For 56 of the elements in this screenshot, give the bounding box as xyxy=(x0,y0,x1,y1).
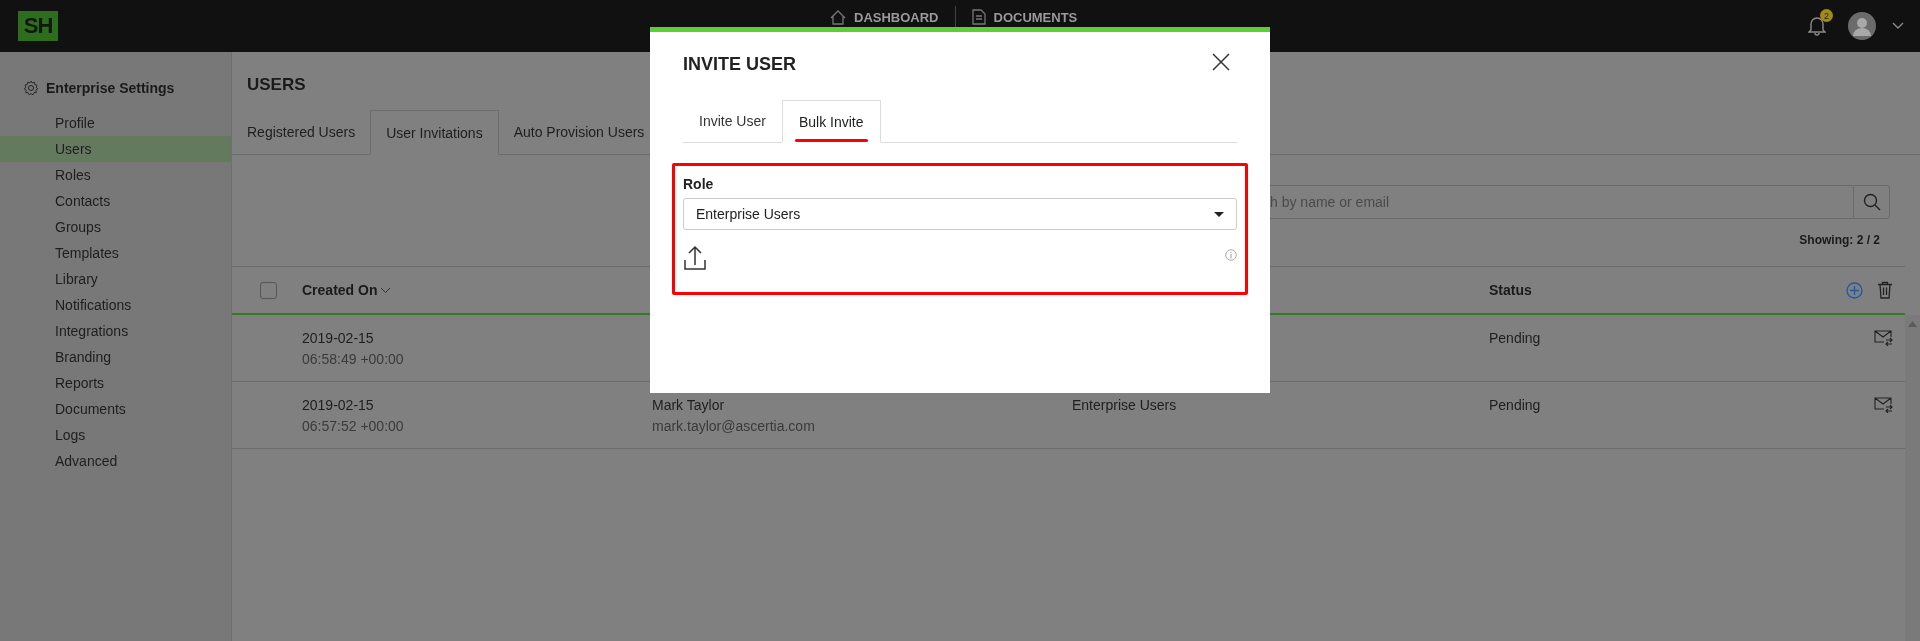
scrollbar[interactable] xyxy=(1905,315,1920,641)
tab[interactable]: Bulk Invite xyxy=(781,100,881,143)
logo[interactable]: SH xyxy=(18,11,58,41)
table-cell: Pending xyxy=(1489,330,1541,347)
table-cell: 2019-02-15 xyxy=(302,330,374,347)
table-cell: mark.taylor@ascertia.com xyxy=(652,418,815,435)
sidebar-item[interactable]: Branding xyxy=(0,344,231,370)
trash-icon[interactable] xyxy=(1877,281,1893,299)
sidebar-item[interactable]: Profile xyxy=(0,110,231,136)
checkbox[interactable] xyxy=(260,281,277,299)
sidebar-item[interactable]: Documents xyxy=(0,396,231,422)
search-icon xyxy=(1862,193,1881,211)
role-dropdown[interactable]: Enterprise Users xyxy=(683,198,1237,230)
resend-mail-icon[interactable] xyxy=(1874,330,1893,346)
sidebar-item[interactable]: Templates xyxy=(0,240,231,266)
tab[interactable]: Registered Users xyxy=(232,110,371,154)
document-icon xyxy=(971,9,986,25)
chevron-down-icon[interactable] xyxy=(1892,22,1904,30)
table-cell: Mark Taylor xyxy=(652,397,725,414)
resend-mail-icon[interactable] xyxy=(1874,397,1893,413)
notification-badge: 2 xyxy=(1820,9,1833,22)
table-cell: 06:58:49 +00:00 xyxy=(302,351,404,368)
bell-icon[interactable] xyxy=(1808,16,1826,36)
sidebar-item[interactable]: Integrations xyxy=(0,318,231,344)
sort-caret-icon[interactable] xyxy=(380,286,392,294)
sidebar-item[interactable]: Groups xyxy=(0,214,231,240)
table-cell: Enterprise Users xyxy=(1072,397,1177,414)
dialog-title: INVITE USER xyxy=(683,53,797,76)
sidebar-item[interactable]: Logs xyxy=(0,422,231,448)
tab[interactable]: Auto Provision Users xyxy=(498,110,660,154)
sidebar-item[interactable]: Library xyxy=(0,266,231,292)
page-title: USERS xyxy=(247,74,306,96)
table-cell: 06:57:52 +00:00 xyxy=(302,418,404,435)
home-icon xyxy=(830,9,846,25)
avatar[interactable] xyxy=(1848,12,1876,40)
column-header[interactable]: Created On xyxy=(302,282,378,298)
sidebar-title: Enterprise Settings xyxy=(46,80,175,96)
caret-icon xyxy=(1214,211,1224,217)
gear-icon xyxy=(23,80,39,96)
field-label: Role xyxy=(683,176,715,192)
sidebar-item[interactable]: Advanced xyxy=(0,448,231,474)
sidebar-item[interactable]: Users xyxy=(0,136,231,162)
sidebar-item[interactable]: Notifications xyxy=(0,292,231,318)
nav-link[interactable]: DOCUMENTS xyxy=(971,9,1078,25)
column-header: Status xyxy=(1489,282,1532,298)
table-cell: Pending xyxy=(1489,397,1541,414)
sidebar-item[interactable]: Reports xyxy=(0,370,231,396)
search-button[interactable] xyxy=(1853,185,1890,219)
close-icon[interactable] xyxy=(1212,53,1230,71)
nav-link[interactable]: DASHBOARD xyxy=(830,9,939,25)
results-count: Showing: 2 / 2 xyxy=(1799,233,1880,247)
tab[interactable]: User Invitations xyxy=(370,110,499,155)
sidebar-item[interactable]: Roles xyxy=(0,162,231,188)
sidebar-item[interactable]: Contacts xyxy=(0,188,231,214)
table-cell: 2019-02-15 xyxy=(302,397,374,414)
upload-icon[interactable] xyxy=(684,245,706,270)
